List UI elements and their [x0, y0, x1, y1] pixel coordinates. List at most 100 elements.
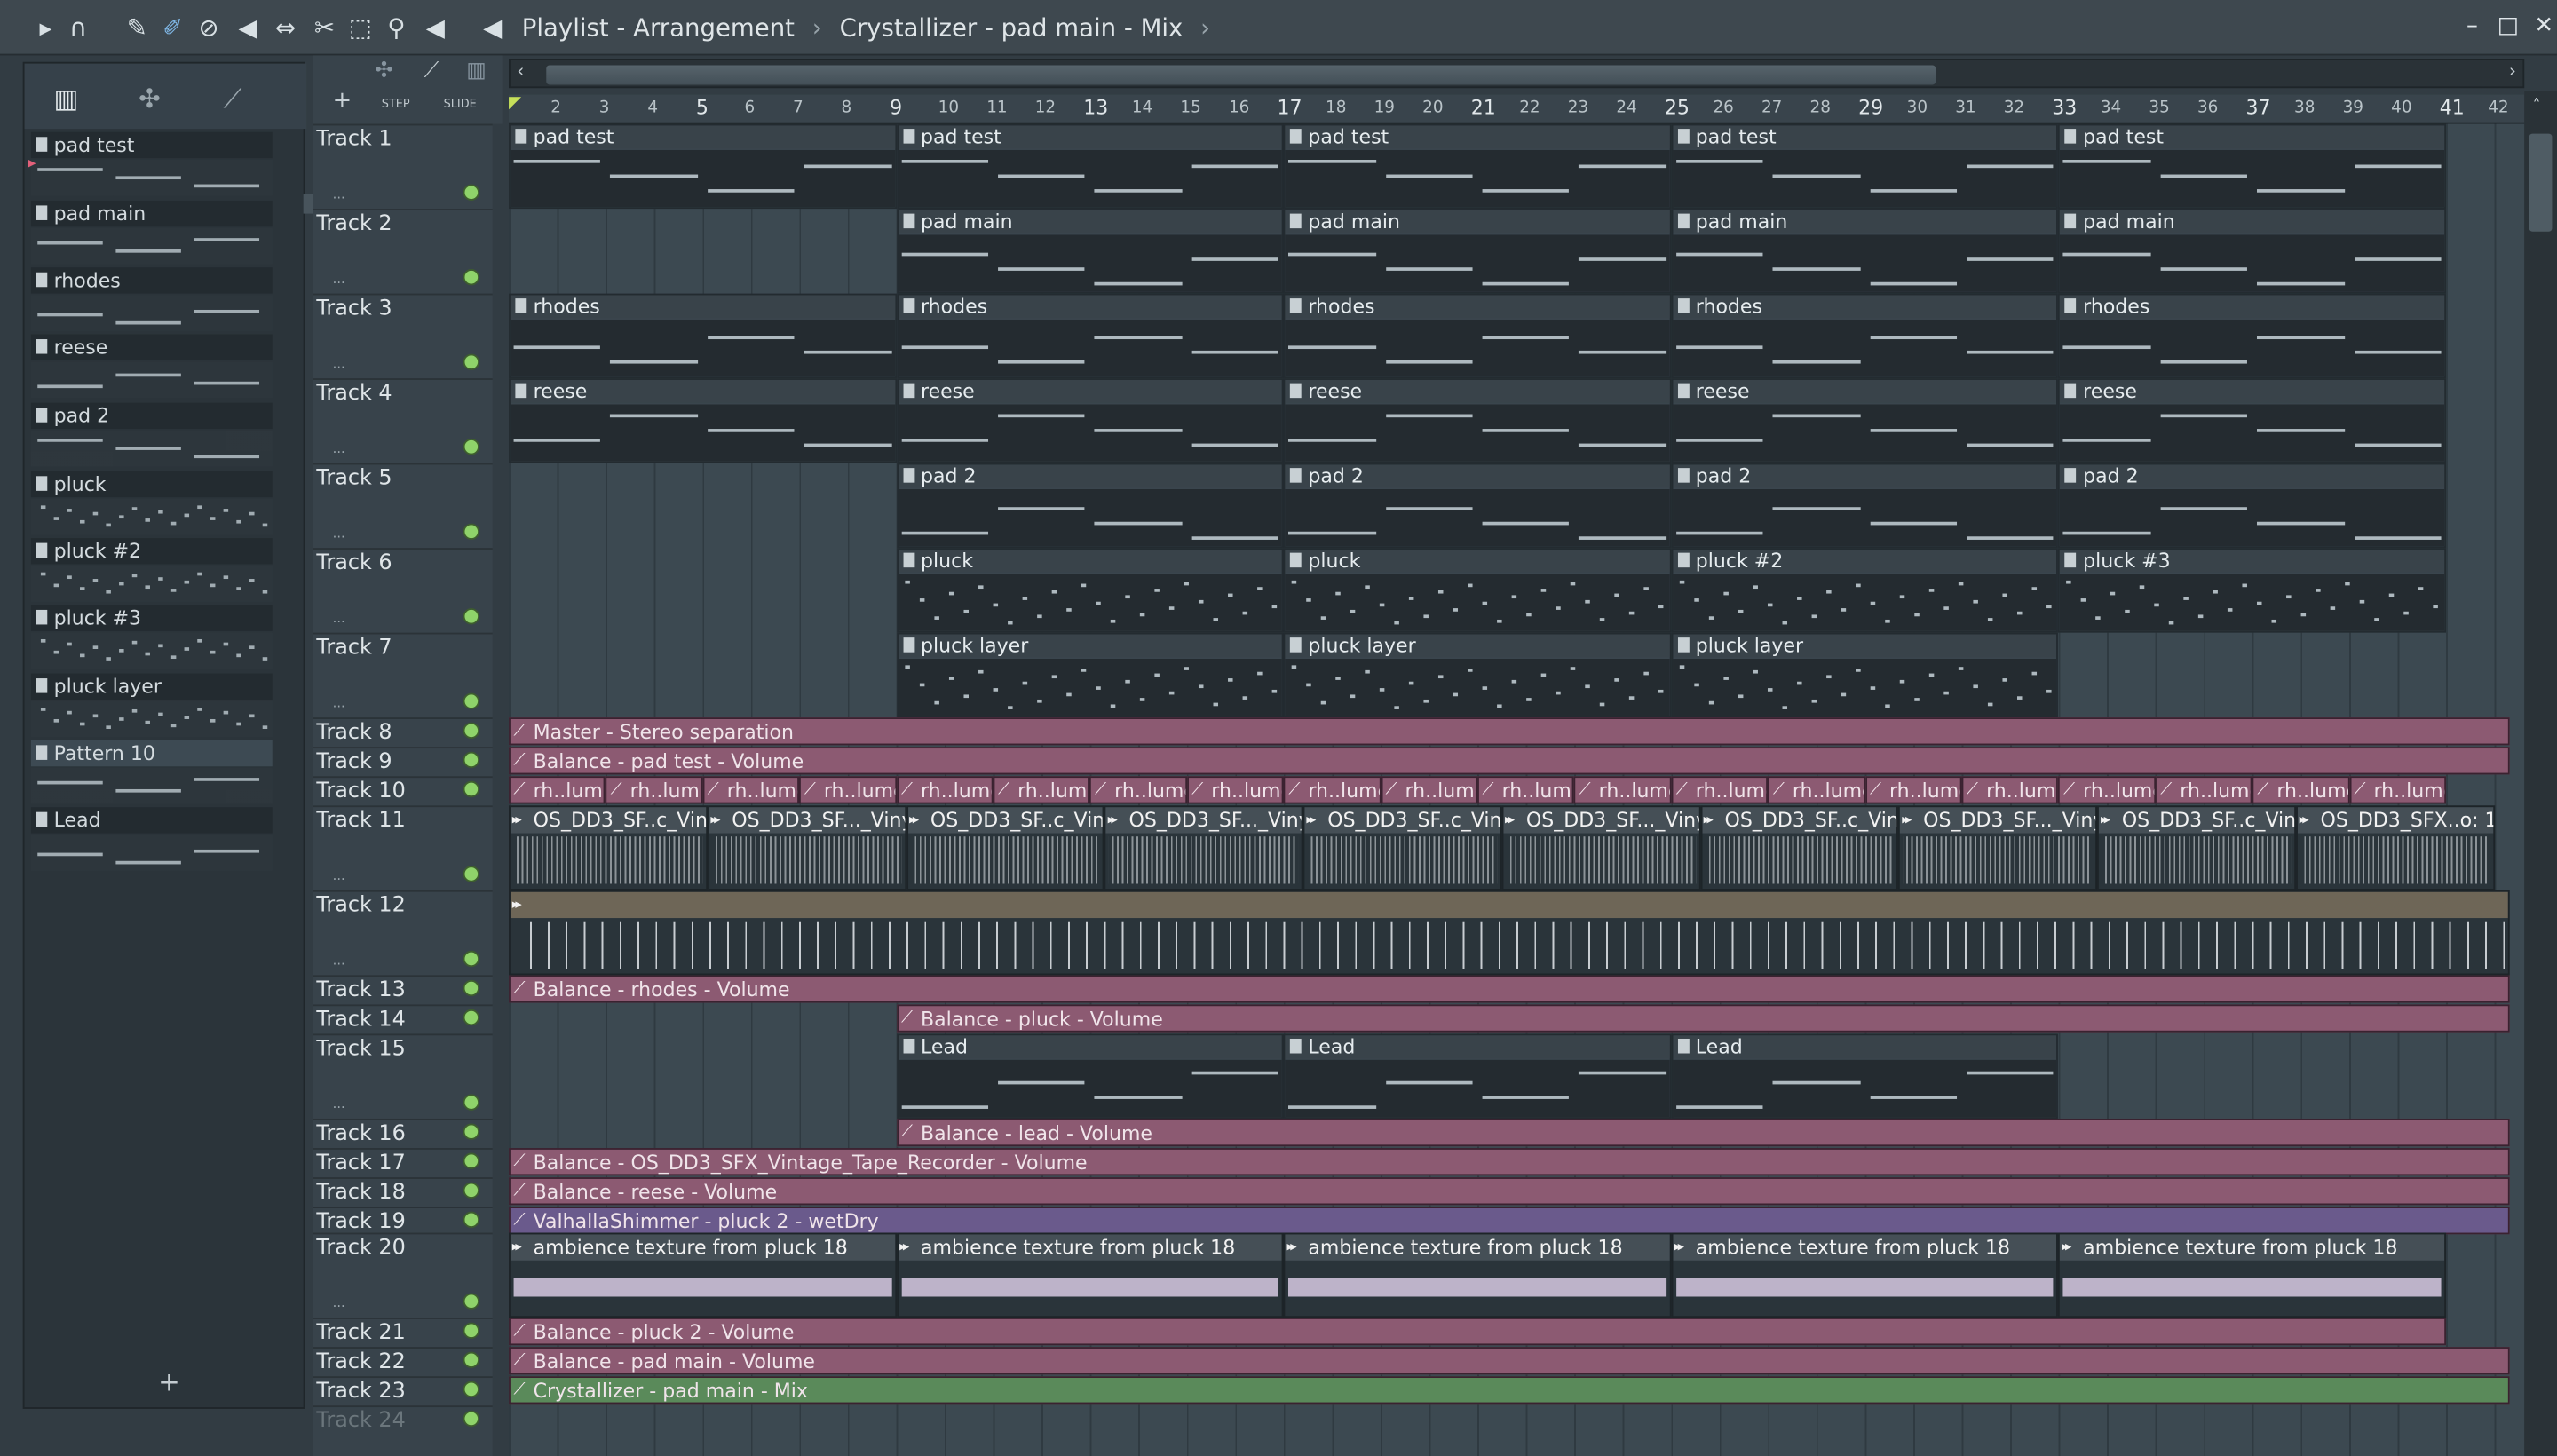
ruler-bar-number[interactable]: 39 — [2343, 99, 2363, 117]
add-track-button[interactable]: + — [333, 88, 352, 114]
pattern-item[interactable]: pluck #3 — [30, 605, 273, 669]
automation-clip[interactable]: rh..lume — [606, 776, 703, 804]
track-enable-led[interactable] — [463, 439, 479, 455]
track-menu-icon[interactable]: ··· — [333, 957, 345, 972]
automation-clip[interactable]: Master - Stereo separation — [509, 717, 2509, 746]
track-enable-led[interactable] — [463, 751, 479, 769]
pattern-clip[interactable]: reese — [1671, 378, 2059, 463]
ruler-bar-number[interactable]: 12 — [1035, 99, 1056, 117]
ruler-bar-number[interactable]: 41 — [2440, 96, 2465, 119]
ruler-bar-number[interactable]: 38 — [2294, 99, 2315, 117]
ruler-bar-number[interactable]: 31 — [1955, 99, 1975, 117]
scroll-right-icon[interactable]: › — [2509, 60, 2516, 82]
ruler-bar-number[interactable]: 23 — [1568, 99, 1588, 117]
track-menu-icon[interactable]: ··· — [333, 700, 345, 715]
track-enable-led[interactable] — [463, 1182, 479, 1199]
track-menu-icon[interactable]: ··· — [333, 530, 345, 545]
ruler-bar-number[interactable]: 3 — [599, 99, 610, 117]
paint-icon[interactable]: ✐ — [156, 13, 189, 43]
ruler-bar-number[interactable]: 36 — [2197, 99, 2218, 117]
ruler-bar-number[interactable]: 10 — [938, 99, 959, 117]
ruler-bar-number[interactable]: 32 — [2004, 99, 2024, 117]
track-menu-icon[interactable]: ··· — [333, 873, 345, 888]
pattern-clip[interactable]: pluck layer — [896, 632, 1284, 718]
pattern-item[interactable]: pluck #2 — [30, 538, 273, 602]
pattern-clip[interactable]: pad main — [1671, 209, 2059, 294]
track-enable-led[interactable] — [463, 780, 479, 798]
automation-clip[interactable]: rh..lume — [2058, 776, 2156, 804]
pattern-clip[interactable]: pad test — [1671, 123, 2059, 210]
ruler-bar-number[interactable]: 25 — [1665, 96, 1690, 119]
track-enable-led[interactable] — [463, 608, 479, 625]
track-header[interactable]: Track 20 ··· — [313, 1232, 493, 1318]
pattern-clip[interactable]: pad test — [1283, 123, 1672, 210]
pattern-clip[interactable]: rhodes — [509, 293, 897, 379]
track-menu-icon[interactable]: ··· — [333, 360, 345, 376]
slip-icon[interactable]: ⇔ — [269, 13, 302, 43]
automation-clip[interactable]: rh..lume — [896, 776, 994, 804]
track-enable-led[interactable] — [463, 1211, 479, 1229]
pattern-clip[interactable]: pad 2 — [1671, 463, 2059, 549]
track-header[interactable]: Track 18 — [313, 1177, 493, 1207]
automation-clip[interactable]: rh..lume — [1089, 776, 1187, 804]
automation-clip[interactable]: rh..lume — [1283, 776, 1381, 804]
automation-clip[interactable]: rh..lume — [1768, 776, 1865, 804]
ruler-bar-number[interactable]: 40 — [2391, 99, 2411, 117]
pattern-clip[interactable]: pad main — [1283, 209, 1672, 294]
track-header[interactable]: Track 23 — [313, 1376, 493, 1405]
automation-clip[interactable]: Balance - OS_DD3_SFX_Vintage_Tape_Record… — [509, 1148, 2509, 1176]
automation-clip[interactable]: Balance - pad main - Volume — [509, 1347, 2509, 1375]
ruler-bar-number[interactable]: 15 — [1180, 99, 1200, 117]
audio-clip[interactable]: OS_DD3_SF..._Vinyl_1 — [1501, 805, 1700, 890]
track-enable-led[interactable] — [463, 523, 479, 540]
track-header[interactable]: Track 15 ··· — [313, 1033, 493, 1119]
delete-icon[interactable]: ⊘ — [193, 13, 226, 43]
pattern-clip[interactable]: rhodes — [896, 293, 1284, 379]
track-header[interactable]: Track 1 ··· — [313, 123, 493, 210]
pattern-clip[interactable]: pluck layer — [1671, 632, 2059, 718]
pattern-clip[interactable]: pad test — [896, 123, 1284, 210]
ruler-bar-number[interactable]: 2 — [550, 99, 561, 117]
ruler-bar-number[interactable]: 28 — [1810, 99, 1831, 117]
track-menu-icon[interactable]: ··· — [333, 191, 345, 206]
audio-clip[interactable]: OS_DD3_SF..c_Vinyl_1 — [1302, 805, 1502, 890]
audio-clip[interactable]: ambience texture from pluck 18 — [2058, 1232, 2447, 1318]
track-header[interactable]: Track 14 — [313, 1004, 493, 1033]
ruler-bar-number[interactable]: 27 — [1761, 99, 1782, 117]
pattern-item[interactable]: Lead — [30, 807, 273, 871]
speaker-icon[interactable]: ◀ — [476, 13, 509, 43]
pattern-clip[interactable]: pad 2 — [2058, 463, 2447, 549]
minimize-icon[interactable]: – — [2459, 13, 2485, 39]
track-header[interactable]: Track 2 ··· — [313, 209, 493, 294]
ruler-bar-number[interactable]: 19 — [1374, 99, 1395, 117]
automation-clip[interactable]: Balance - pluck - Volume — [896, 1004, 2509, 1033]
track-enable-led[interactable] — [463, 1009, 479, 1026]
track-header[interactable]: Track 17 — [313, 1148, 493, 1177]
audio-clip[interactable]: OS_DD3_SF..c_Vinyl_1 — [1699, 805, 1899, 890]
audio-clip[interactable]: ambience texture from pluck 18 — [1283, 1232, 1672, 1318]
scroll-up-icon[interactable]: ˄ — [2532, 98, 2540, 115]
automation-clip[interactable]: Balance - lead - Volume — [896, 1118, 2509, 1147]
automation-clip[interactable]: Balance - pad test - Volume — [509, 747, 2509, 775]
horizontal-scrollbar[interactable]: ‹ › — [509, 59, 2525, 89]
ruler-bar-number[interactable]: 11 — [986, 99, 1007, 117]
track-menu-icon[interactable]: ··· — [333, 1300, 345, 1315]
ruler-bar-number[interactable]: 29 — [1858, 96, 1883, 119]
title-caret-icon[interactable]: › — [1200, 13, 1210, 43]
ruler-bar-number[interactable]: 37 — [2245, 96, 2270, 119]
ruler-bar-number[interactable]: 13 — [1083, 96, 1108, 119]
track-header[interactable]: Track 8 — [313, 717, 493, 747]
close-icon[interactable]: ✕ — [2531, 13, 2557, 39]
automation-clip[interactable]: rh..lume — [1574, 776, 1672, 804]
ruler-bar-number[interactable]: 17 — [1277, 96, 1302, 119]
ruler-bar-number[interactable]: 33 — [2052, 96, 2077, 119]
pattern-clip[interactable]: pad main — [896, 209, 1284, 294]
automation-clip[interactable]: rh..lume — [993, 776, 1090, 804]
automation-clip[interactable]: rh..lume — [1380, 776, 1478, 804]
track-menu-icon[interactable]: ··· — [333, 1101, 345, 1116]
audio-clip[interactable]: OS_DD3_SF..c_Vinyl_1 — [509, 805, 708, 890]
track-enable-led[interactable] — [463, 1293, 479, 1310]
ruler-bar-number[interactable]: 18 — [1326, 99, 1346, 117]
pattern-item[interactable]: rhodes — [30, 267, 273, 331]
playhead-icon[interactable]: ◤ — [509, 95, 521, 113]
